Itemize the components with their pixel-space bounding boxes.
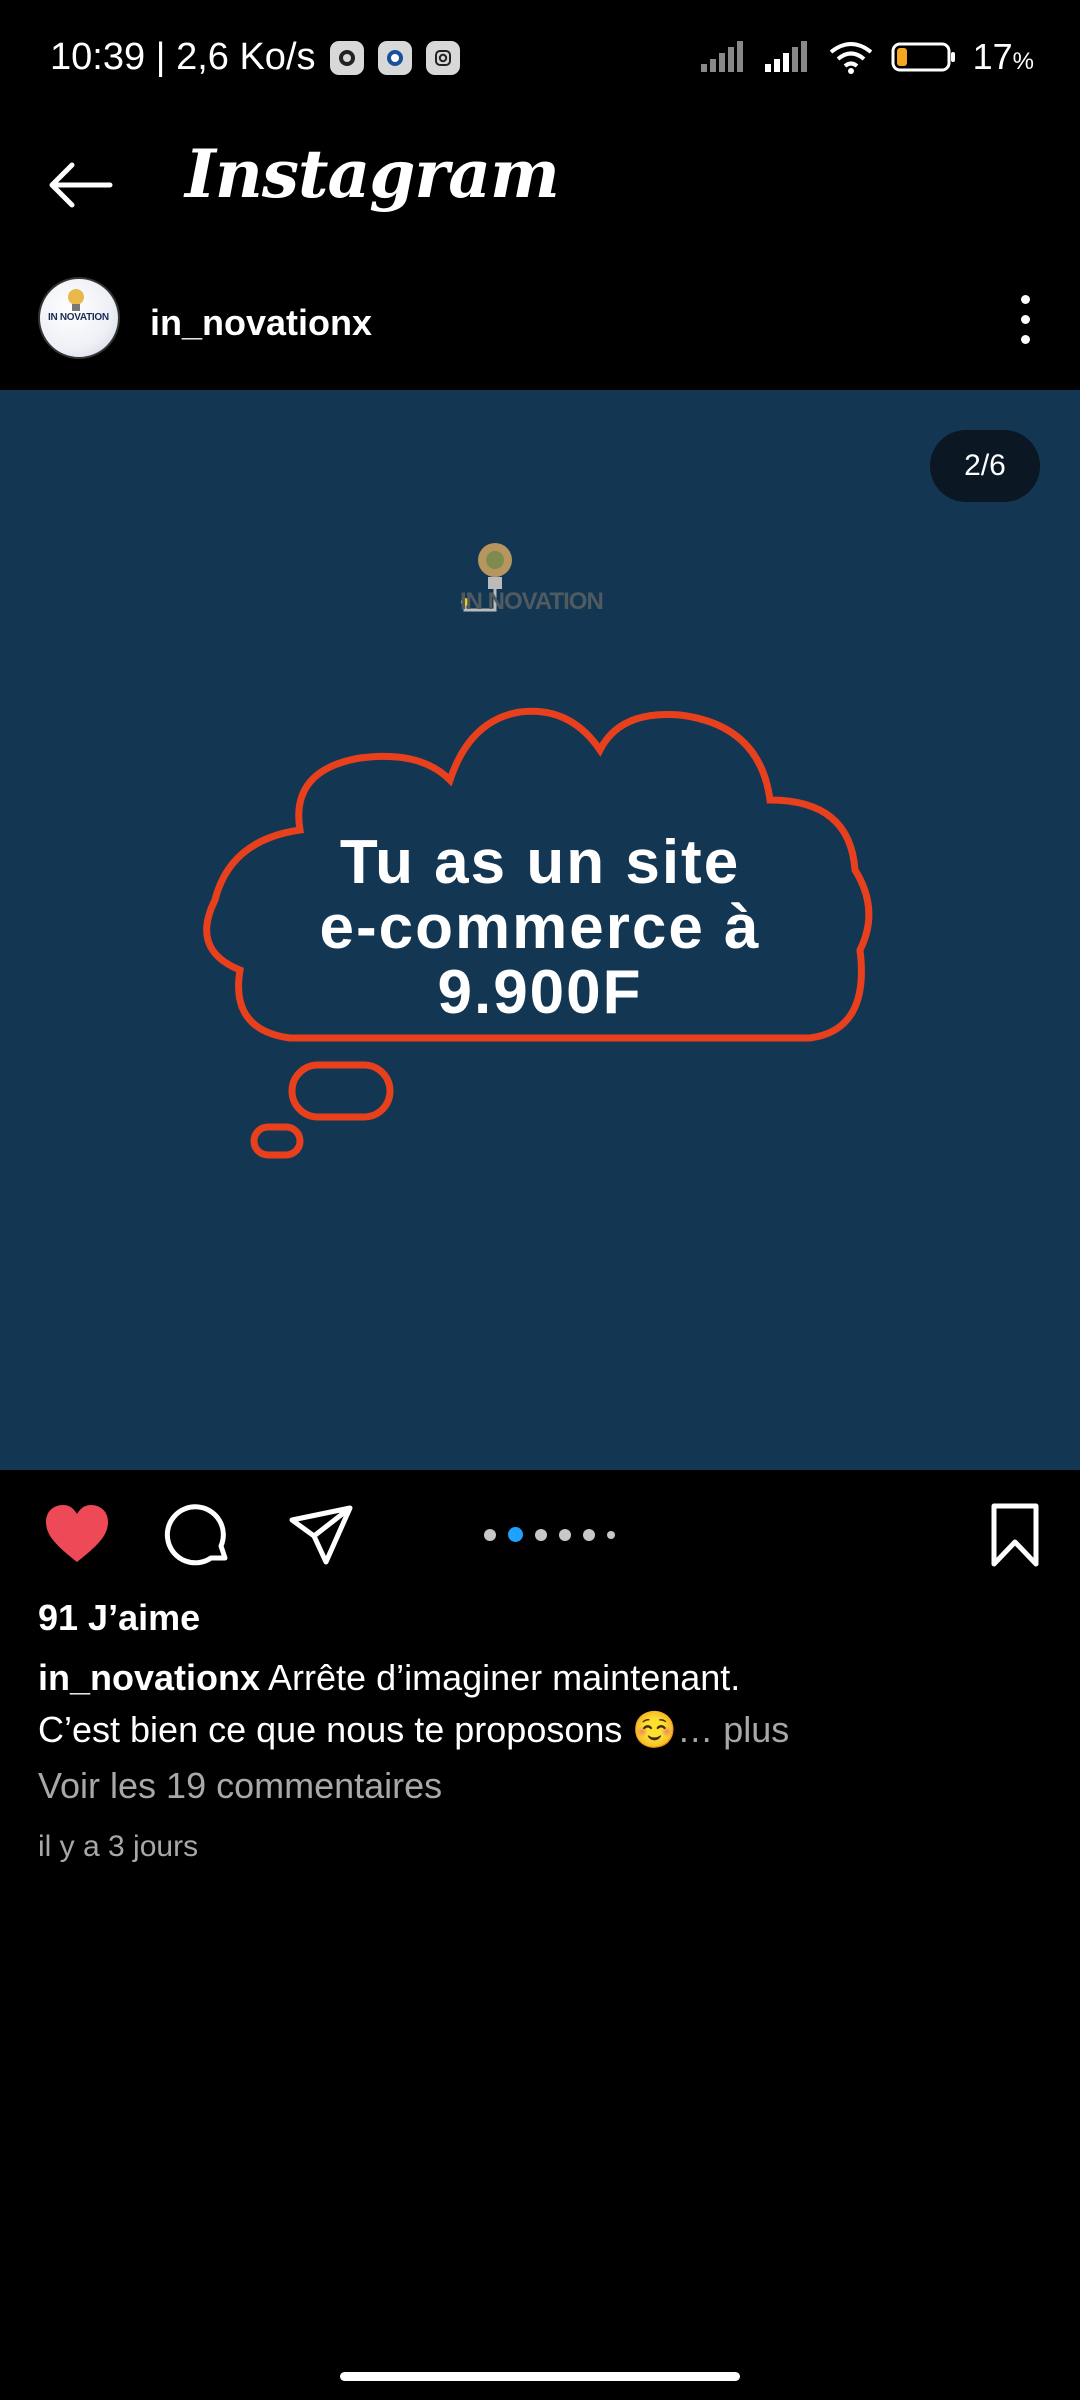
- carousel-dot: [559, 1528, 571, 1541]
- carousel-indicator: [484, 1527, 615, 1542]
- avatar[interactable]: IN NOVATION: [38, 277, 120, 359]
- avatar-text: IN NOVATION: [48, 312, 109, 323]
- more-dot-icon: [1020, 294, 1030, 304]
- caption: in_novationx Arrête d’imaginer maintenan…: [38, 1652, 1048, 1756]
- bookmark-icon: [991, 1503, 1039, 1567]
- caption-text: C’est bien ce que nous te proposons ☺️: [38, 1709, 678, 1750]
- back-arrow-icon: [49, 162, 113, 208]
- whatsapp-icon: [329, 40, 364, 75]
- messenger-icon: [377, 40, 412, 75]
- app-header: Instagram: [0, 120, 1080, 250]
- share-button[interactable]: [286, 1500, 356, 1570]
- comment-icon: [164, 1504, 228, 1566]
- post-header: IN NOVATION in_novationx: [0, 262, 1080, 392]
- like-button[interactable]: [42, 1500, 112, 1570]
- carousel-dot-active: [508, 1527, 523, 1542]
- slide-counter: 2/6: [930, 430, 1040, 502]
- carousel-dot: [535, 1528, 547, 1541]
- lightbulb-icon: [68, 289, 84, 311]
- post-username[interactable]: in_novationx: [150, 302, 372, 344]
- headline-line: e-commerce à: [319, 893, 761, 962]
- home-indicator[interactable]: [340, 2372, 740, 2381]
- caption-username[interactable]: in_novationx: [38, 1657, 260, 1698]
- carousel-dot: [583, 1528, 595, 1541]
- wifi-icon: [829, 42, 872, 74]
- headline-line: Tu as un site: [339, 828, 741, 897]
- more-dot-icon: [1020, 314, 1030, 324]
- instagram-logo: Instagram: [185, 135, 560, 213]
- action-bar: [0, 1470, 1080, 1590]
- post-image[interactable]: 2/6 IN NOVATION Tu as un site e-commerce…: [0, 390, 1080, 1470]
- instagram-icon: [425, 40, 460, 75]
- signal-icon: [700, 41, 743, 72]
- battery-icon: [891, 42, 955, 72]
- likes-count[interactable]: 91 J’aime: [38, 1597, 200, 1639]
- brand-text: IN NOVATION: [460, 588, 604, 615]
- carousel-dot: [607, 1530, 615, 1539]
- more-options-button[interactable]: [1000, 284, 1050, 354]
- headline-line: 9.900F: [437, 958, 643, 1027]
- heart-icon: [46, 1505, 108, 1562]
- back-button[interactable]: [40, 145, 120, 225]
- save-button[interactable]: [980, 1500, 1050, 1570]
- headline: Tu as un site e-commerce à 9.900F: [240, 830, 840, 1025]
- caption-more-link[interactable]: … plus: [677, 1709, 789, 1750]
- battery-unit: %: [1012, 48, 1034, 75]
- more-dot-icon: [1020, 334, 1030, 344]
- post-timestamp: il y a 3 jours: [38, 1830, 199, 1863]
- carousel-dot: [484, 1528, 496, 1541]
- status-bar: 10:39 | 2,6 Ko/s 17 %: [0, 0, 1080, 120]
- signal-icon: [764, 41, 807, 72]
- status-right: 17 %: [699, 36, 1034, 78]
- comment-button[interactable]: [163, 1500, 233, 1570]
- send-icon: [289, 1505, 353, 1565]
- status-time: 10:39 | 2,6 Ko/s: [50, 36, 316, 78]
- battery-percent: 17 %: [972, 36, 1034, 77]
- screen: 10:39 | 2,6 Ko/s 17 % Instagram IN NOVAT…: [0, 0, 1080, 2400]
- view-comments-link[interactable]: Voir les 19 commentaires: [38, 1765, 442, 1807]
- status-left: 10:39 | 2,6 Ko/s: [50, 36, 460, 79]
- caption-text: Arrête d’imaginer maintenant.: [268, 1657, 741, 1698]
